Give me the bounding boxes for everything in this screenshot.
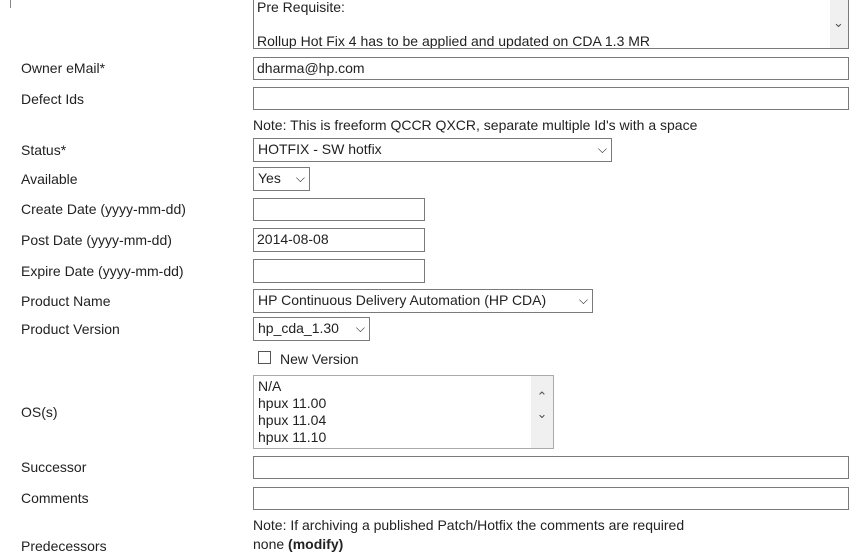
description-line: Pre Requisite:: [257, 0, 345, 15]
description-line: [257, 16, 848, 33]
os-label: OS(s): [21, 404, 58, 420]
os-option[interactable]: hpux 11.00: [258, 395, 553, 412]
expire-date-input[interactable]: [253, 259, 425, 283]
successor-input[interactable]: [253, 456, 849, 479]
defect-ids-input[interactable]: [253, 87, 849, 110]
comments-input[interactable]: [253, 487, 849, 510]
product-name-label: Product Name: [21, 293, 111, 309]
chevron-down-icon: ⌵: [597, 142, 607, 156]
predecessors-label: Predecessors: [21, 538, 107, 554]
chevron-up-icon: ⌃: [536, 389, 548, 404]
chevron-down-icon: ⌄: [833, 15, 844, 30]
available-label: Available: [21, 171, 78, 187]
chevron-down-icon: ⌵: [355, 321, 365, 335]
os-scrollbar[interactable]: ⌃ ⌄: [531, 376, 553, 448]
predecessors-value: none: [253, 536, 285, 552]
available-select[interactable]: Yes ⌵: [253, 167, 310, 191]
chevron-down-icon: ⌵: [295, 171, 305, 185]
new-version-checkbox[interactable]: [258, 351, 271, 364]
new-version-label[interactable]: New Version: [280, 351, 359, 367]
predecessors-modify-link[interactable]: (modify): [288, 536, 343, 552]
textarea-scrollbar[interactable]: ⌄: [830, 0, 848, 48]
chevron-down-icon: ⌵: [578, 293, 588, 307]
status-value: HOTFIX - SW hotfix: [258, 141, 382, 157]
product-version-label: Product Version: [21, 321, 120, 337]
description-textarea[interactable]: Pre Requisite: Rollup Hot Fix 4 has to b…: [253, 0, 849, 49]
owner-email-input[interactable]: dharma@hp.com: [253, 57, 849, 80]
status-select[interactable]: HOTFIX - SW hotfix ⌵: [253, 138, 612, 162]
divider-tick: [10, 0, 11, 8]
chevron-down-icon: ⌄: [536, 406, 548, 421]
available-value: Yes: [258, 170, 281, 186]
successor-label: Successor: [21, 459, 87, 475]
comments-note: Note: If archiving a published Patch/Hot…: [253, 517, 685, 533]
os-option[interactable]: hpux 11.10: [258, 429, 553, 446]
comments-label: Comments: [21, 490, 89, 506]
defect-ids-note: Note: This is freeform QCCR QXCR, separa…: [253, 117, 698, 133]
product-version-value: hp_cda_1.30: [258, 320, 339, 336]
expire-date-label: Expire Date (yyyy-mm-dd): [21, 263, 184, 279]
description-line: Rollup Hot Fix 4 has to be applied and u…: [257, 33, 651, 49]
product-name-value: HP Continuous Delivery Automation (HP CD…: [258, 292, 547, 308]
defect-ids-label: Defect Ids: [21, 91, 85, 107]
status-label: Status*: [21, 142, 67, 158]
os-option[interactable]: hpux 11.04: [258, 412, 553, 429]
os-listbox[interactable]: N/A hpux 11.00 hpux 11.04 hpux 11.10 ⌃ ⌄: [253, 375, 554, 449]
os-option[interactable]: N/A: [258, 378, 553, 395]
predecessors-value-row: none (modify): [253, 536, 343, 552]
post-date-label: Post Date (yyyy-mm-dd): [21, 232, 172, 248]
create-date-label: Create Date (yyyy-mm-dd): [21, 201, 186, 217]
product-version-select[interactable]: hp_cda_1.30 ⌵: [253, 317, 370, 341]
create-date-input[interactable]: [253, 198, 425, 221]
product-name-select[interactable]: HP Continuous Delivery Automation (HP CD…: [253, 289, 593, 313]
post-date-input[interactable]: 2014-08-08: [253, 228, 425, 252]
owner-email-label: Owner eMail*: [21, 60, 106, 76]
